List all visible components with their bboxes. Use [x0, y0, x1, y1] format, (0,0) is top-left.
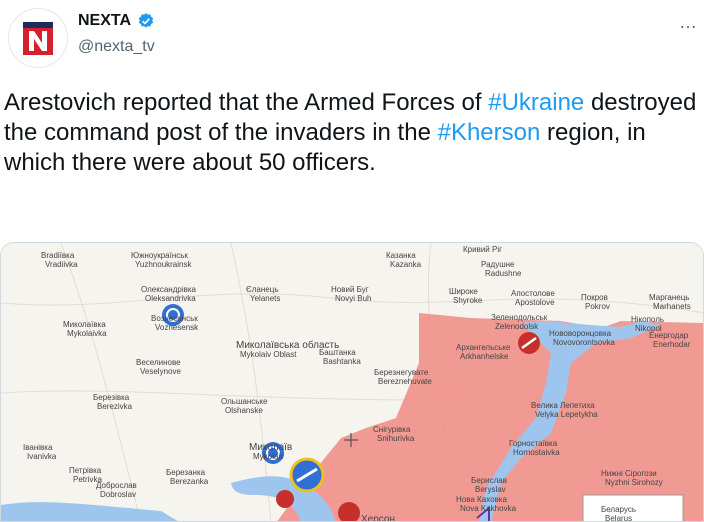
map-label-en: Novyi Buh: [335, 294, 371, 303]
map-label-en: Enerhodar: [653, 340, 691, 349]
map-label-en: Shyroke: [453, 296, 483, 305]
map-label: Петрівка: [69, 466, 102, 475]
map-label: Покров: [581, 293, 608, 302]
map-label-en: Kazanka: [390, 260, 422, 269]
map-label-en: Yelanets: [250, 294, 280, 303]
map-label-en: Velyka Lepetykha: [535, 410, 598, 419]
map-label: Южноукраїнськ: [131, 251, 188, 260]
map-label-en: Berezivka: [97, 402, 133, 411]
tweet-text: Arestovich reported that the Armed Force…: [4, 88, 700, 178]
map-label-en: Marhanets: [653, 302, 691, 311]
explosion-icon[interactable]: [276, 490, 294, 508]
map-label: Веселинове: [136, 358, 181, 367]
nexta-logo-icon: [9, 9, 67, 67]
map-label-en: Olshanske: [225, 406, 263, 415]
map-label: Олександрівка: [141, 285, 197, 294]
map-label: Кривий Ріг: [463, 245, 502, 254]
map-label: Берислав: [471, 476, 507, 485]
more-options-icon[interactable]: …: [679, 12, 698, 33]
map-label-en: Mykolaiv Oblast: [240, 350, 297, 359]
map-label: Єланець: [246, 285, 278, 294]
map-label-en: Radushne: [485, 269, 522, 278]
map-label: Марганець: [649, 293, 689, 302]
map-label: Доброслав: [96, 481, 137, 490]
map-label: Казанка: [386, 251, 416, 260]
map-label-en: Pokrov: [585, 302, 610, 311]
map-label-en: Vradiivka: [45, 260, 78, 269]
map-label: Зеленодольськ: [491, 313, 548, 322]
map-label-en: Voznesensk: [155, 323, 199, 332]
map-label: Баштанка: [319, 348, 356, 357]
map-label-en: Beryslav: [475, 485, 506, 494]
map-label: Велика Лепетиха: [531, 401, 595, 410]
map-label: Березівка: [93, 393, 130, 402]
map-label: Апостолове: [511, 289, 555, 298]
map-label-en: Ivanivka: [27, 452, 57, 461]
author-handle[interactable]: @nexta_tv: [78, 38, 155, 56]
map-label-en: Hornostaivka: [513, 448, 560, 457]
map-label: Енергодар: [649, 331, 689, 340]
map-label: Вradiївка: [41, 251, 75, 260]
map-label: Миколаївка: [63, 320, 106, 329]
map-label: Ольшанське: [221, 397, 268, 406]
map-label-en: Bereznehuvate: [378, 377, 432, 386]
map-label-en: Zelenodolsk: [495, 322, 539, 331]
map-label-en: Apostolove: [515, 298, 555, 307]
map-label: Новий Буг: [331, 285, 369, 294]
verified-badge-icon: [137, 12, 155, 30]
map-label: Вознесенськ: [151, 314, 198, 323]
author-name[interactable]: NEXTA: [78, 12, 131, 30]
map-label: Широке: [449, 287, 478, 296]
map-label: Радушне: [481, 260, 515, 269]
map-label: Іванівка: [23, 443, 53, 452]
map-label-en: Nova Kakhovka: [460, 504, 517, 513]
map-label: Нікополь: [631, 315, 664, 324]
tweet-media-map[interactable]: Вradiївка Vradiivka Южноукраїнськ Yuzhnoukr…: [0, 242, 704, 522]
map-label: Беларусь: [601, 505, 636, 514]
map-label: Архангельське: [456, 343, 511, 352]
map-label-en: Belarus: [605, 514, 632, 522]
map-label-en: Arkhanhelske: [460, 352, 509, 361]
map-label-en: Yuzhnoukrainsk: [135, 260, 192, 269]
map-label-en: Dobroslav: [100, 490, 136, 499]
hashtag-kherson-link[interactable]: #Kherson: [438, 119, 541, 146]
map-label: Снігурівка: [373, 425, 411, 434]
map-label: Березнегувате: [374, 368, 429, 377]
map-label: Горностаївка: [509, 439, 558, 448]
hashtag-ukraine-link[interactable]: #Ukraine: [488, 89, 584, 116]
map-label-en: Nyzhni Sirohozy: [605, 478, 663, 487]
map-label: Нижні Сірогози: [601, 469, 657, 478]
map-label: Нова Каховка: [456, 495, 507, 504]
map-label-en: Veselynove: [140, 367, 181, 376]
map-label-en: Bashtanka: [323, 357, 361, 366]
tweet-text-part: Arestovich reported that the Armed Force…: [4, 89, 489, 116]
map-label: Березанка: [166, 468, 206, 477]
map-label-en: Novovorontsovka: [553, 338, 615, 347]
map-label: Нововоронцовка: [549, 329, 612, 338]
map-label-en: Oleksandrivka: [145, 294, 196, 303]
tweet-header: NEXTA @nexta_tv …: [0, 0, 704, 80]
map-label-en: Mykolaiv: [253, 452, 284, 461]
map-label: Херсон: [361, 514, 395, 522]
map-label-en: Snihurivka: [377, 434, 415, 443]
map-label-en: Mykolaivka: [67, 329, 107, 338]
avatar[interactable]: [8, 8, 68, 68]
map-label-en: Berezanka: [170, 477, 209, 486]
map-image: ВradiївкаVradiivka ЮжноукраїнськYuzhnoukr…: [1, 243, 703, 522]
